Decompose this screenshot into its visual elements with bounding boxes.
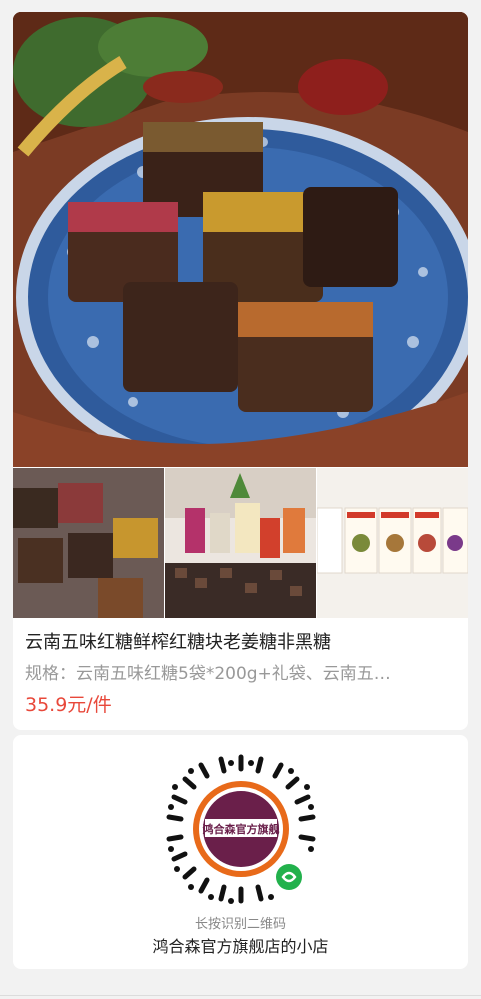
thumbnail-3[interactable] xyxy=(317,468,468,618)
product-spec: 规格：云南五味红糖5袋*200g+礼袋、云南五… xyxy=(25,664,391,684)
product-title[interactable]: 云南五味红糖鲜榨红糖块老姜糖非黑糖 xyxy=(25,628,455,654)
shop-name[interactable]: 鸿合森官方旗舰店的小店 xyxy=(13,933,468,957)
shop-card[interactable]: 鸿合森官方旗舰 长按识别二维码 鸿合森官方旗舰店的小店 xyxy=(13,735,468,969)
product-price: 35.9元/件 xyxy=(25,694,112,716)
bottom-divider xyxy=(0,995,481,996)
thumbnail-2[interactable] xyxy=(165,468,316,618)
thumbnail-strip xyxy=(13,468,468,618)
product-card[interactable]: 云南五味红糖鲜榨红糖块老姜糖非黑糖 规格：云南五味红糖5袋*200g+礼袋、云南… xyxy=(13,12,468,730)
qr-logo-text: 鸿合森官方旗舰 xyxy=(203,822,280,836)
qr-hint: 长按识别二维码 xyxy=(194,917,286,932)
product-main-image[interactable] xyxy=(13,12,468,467)
mini-program-icon xyxy=(276,864,302,890)
thumbnail-1[interactable] xyxy=(13,468,164,618)
mini-program-qr-code[interactable]: 鸿合森官方旗舰 xyxy=(161,749,321,909)
